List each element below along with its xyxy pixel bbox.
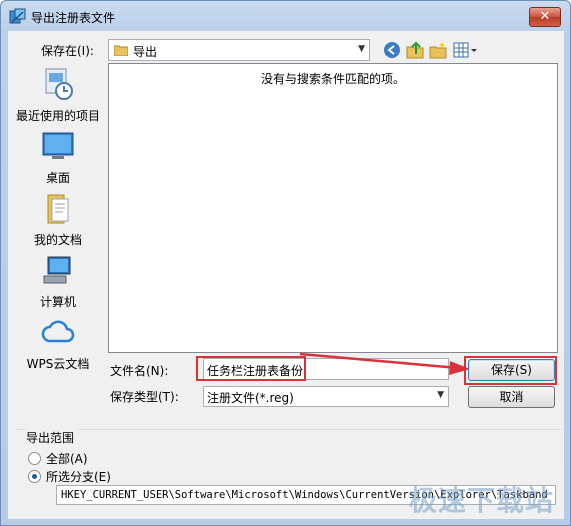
- place-desktop[interactable]: 桌面: [8, 129, 108, 186]
- dialog-window: 导出注册表文件 ✕ 保存在(I): 导出 ▼ 最近使用的项目 桌面 我的文档 计…: [0, 0, 571, 526]
- desktop-icon: [42, 132, 74, 159]
- new-folder-icon[interactable]: [429, 41, 447, 59]
- place-recent[interactable]: 最近使用的项目: [8, 67, 108, 124]
- radio-label: 所选分支(E): [46, 470, 111, 484]
- chevron-down-icon: ▼: [437, 390, 444, 400]
- highlight-box-filename: [196, 356, 306, 381]
- folder-icon: [114, 45, 128, 56]
- dialog-body: 保存在(I): 导出 ▼ 最近使用的项目 桌面 我的文档 计算机 WPS云文档 …: [8, 31, 564, 519]
- registry-editor-icon: [9, 8, 26, 24]
- filetype-value: 注册文件(*.reg): [207, 391, 294, 405]
- watermark-logo: 极速下载站: [408, 484, 554, 517]
- radio-all[interactable]: 全部(A): [28, 450, 88, 467]
- back-icon[interactable]: [383, 41, 401, 59]
- save-in-label: 保存在(I):: [41, 44, 94, 58]
- title-bar: 导出注册表文件 ✕: [1, 1, 570, 31]
- filetype-label: 保存类型(T):: [110, 390, 179, 404]
- location-text: 导出: [133, 45, 158, 59]
- file-list[interactable]: 没有与搜索条件匹配的项。: [108, 63, 558, 353]
- close-button[interactable]: ✕: [529, 7, 561, 27]
- chevron-down-icon: ▼: [358, 44, 365, 54]
- filename-label: 文件名(N):: [110, 364, 169, 378]
- location-dropdown[interactable]: 导出 ▼: [108, 39, 370, 61]
- place-label: 最近使用的项目: [15, 109, 100, 123]
- place-documents[interactable]: 我的文档: [8, 191, 108, 248]
- filetype-select[interactable]: 注册文件(*.reg) ▼: [203, 386, 449, 407]
- radio-selected-branch[interactable]: 所选分支(E): [28, 468, 111, 485]
- recent-items-icon: [45, 68, 73, 100]
- place-wps-cloud[interactable]: WPS云文档: [8, 315, 108, 372]
- empty-message: 没有与搜索条件匹配的项。: [260, 72, 405, 86]
- view-menu-icon[interactable]: [453, 41, 479, 59]
- computer-icon: [43, 256, 71, 284]
- radio-label: 全部(A): [46, 452, 88, 466]
- place-label: WPS云文档: [26, 357, 90, 371]
- wps-cloud-icon: [41, 320, 75, 343]
- highlight-box-save: [464, 356, 557, 385]
- export-range-title: 导出范围: [26, 429, 79, 446]
- place-label: 计算机: [39, 295, 76, 309]
- highlight-arrow: [299, 352, 470, 375]
- radio-button[interactable]: [28, 452, 41, 465]
- up-folder-icon[interactable]: [406, 41, 424, 59]
- places-bar: 最近使用的项目 桌面 我的文档 计算机 WPS云文档: [8, 63, 108, 383]
- place-label: 我的文档: [33, 233, 82, 247]
- documents-icon: [47, 194, 69, 224]
- window-title: 导出注册表文件: [31, 11, 116, 25]
- place-label: 桌面: [45, 171, 70, 185]
- radio-button-selected[interactable]: [28, 470, 41, 483]
- place-computer[interactable]: 计算机: [8, 253, 108, 310]
- cancel-button[interactable]: 取消: [468, 386, 555, 408]
